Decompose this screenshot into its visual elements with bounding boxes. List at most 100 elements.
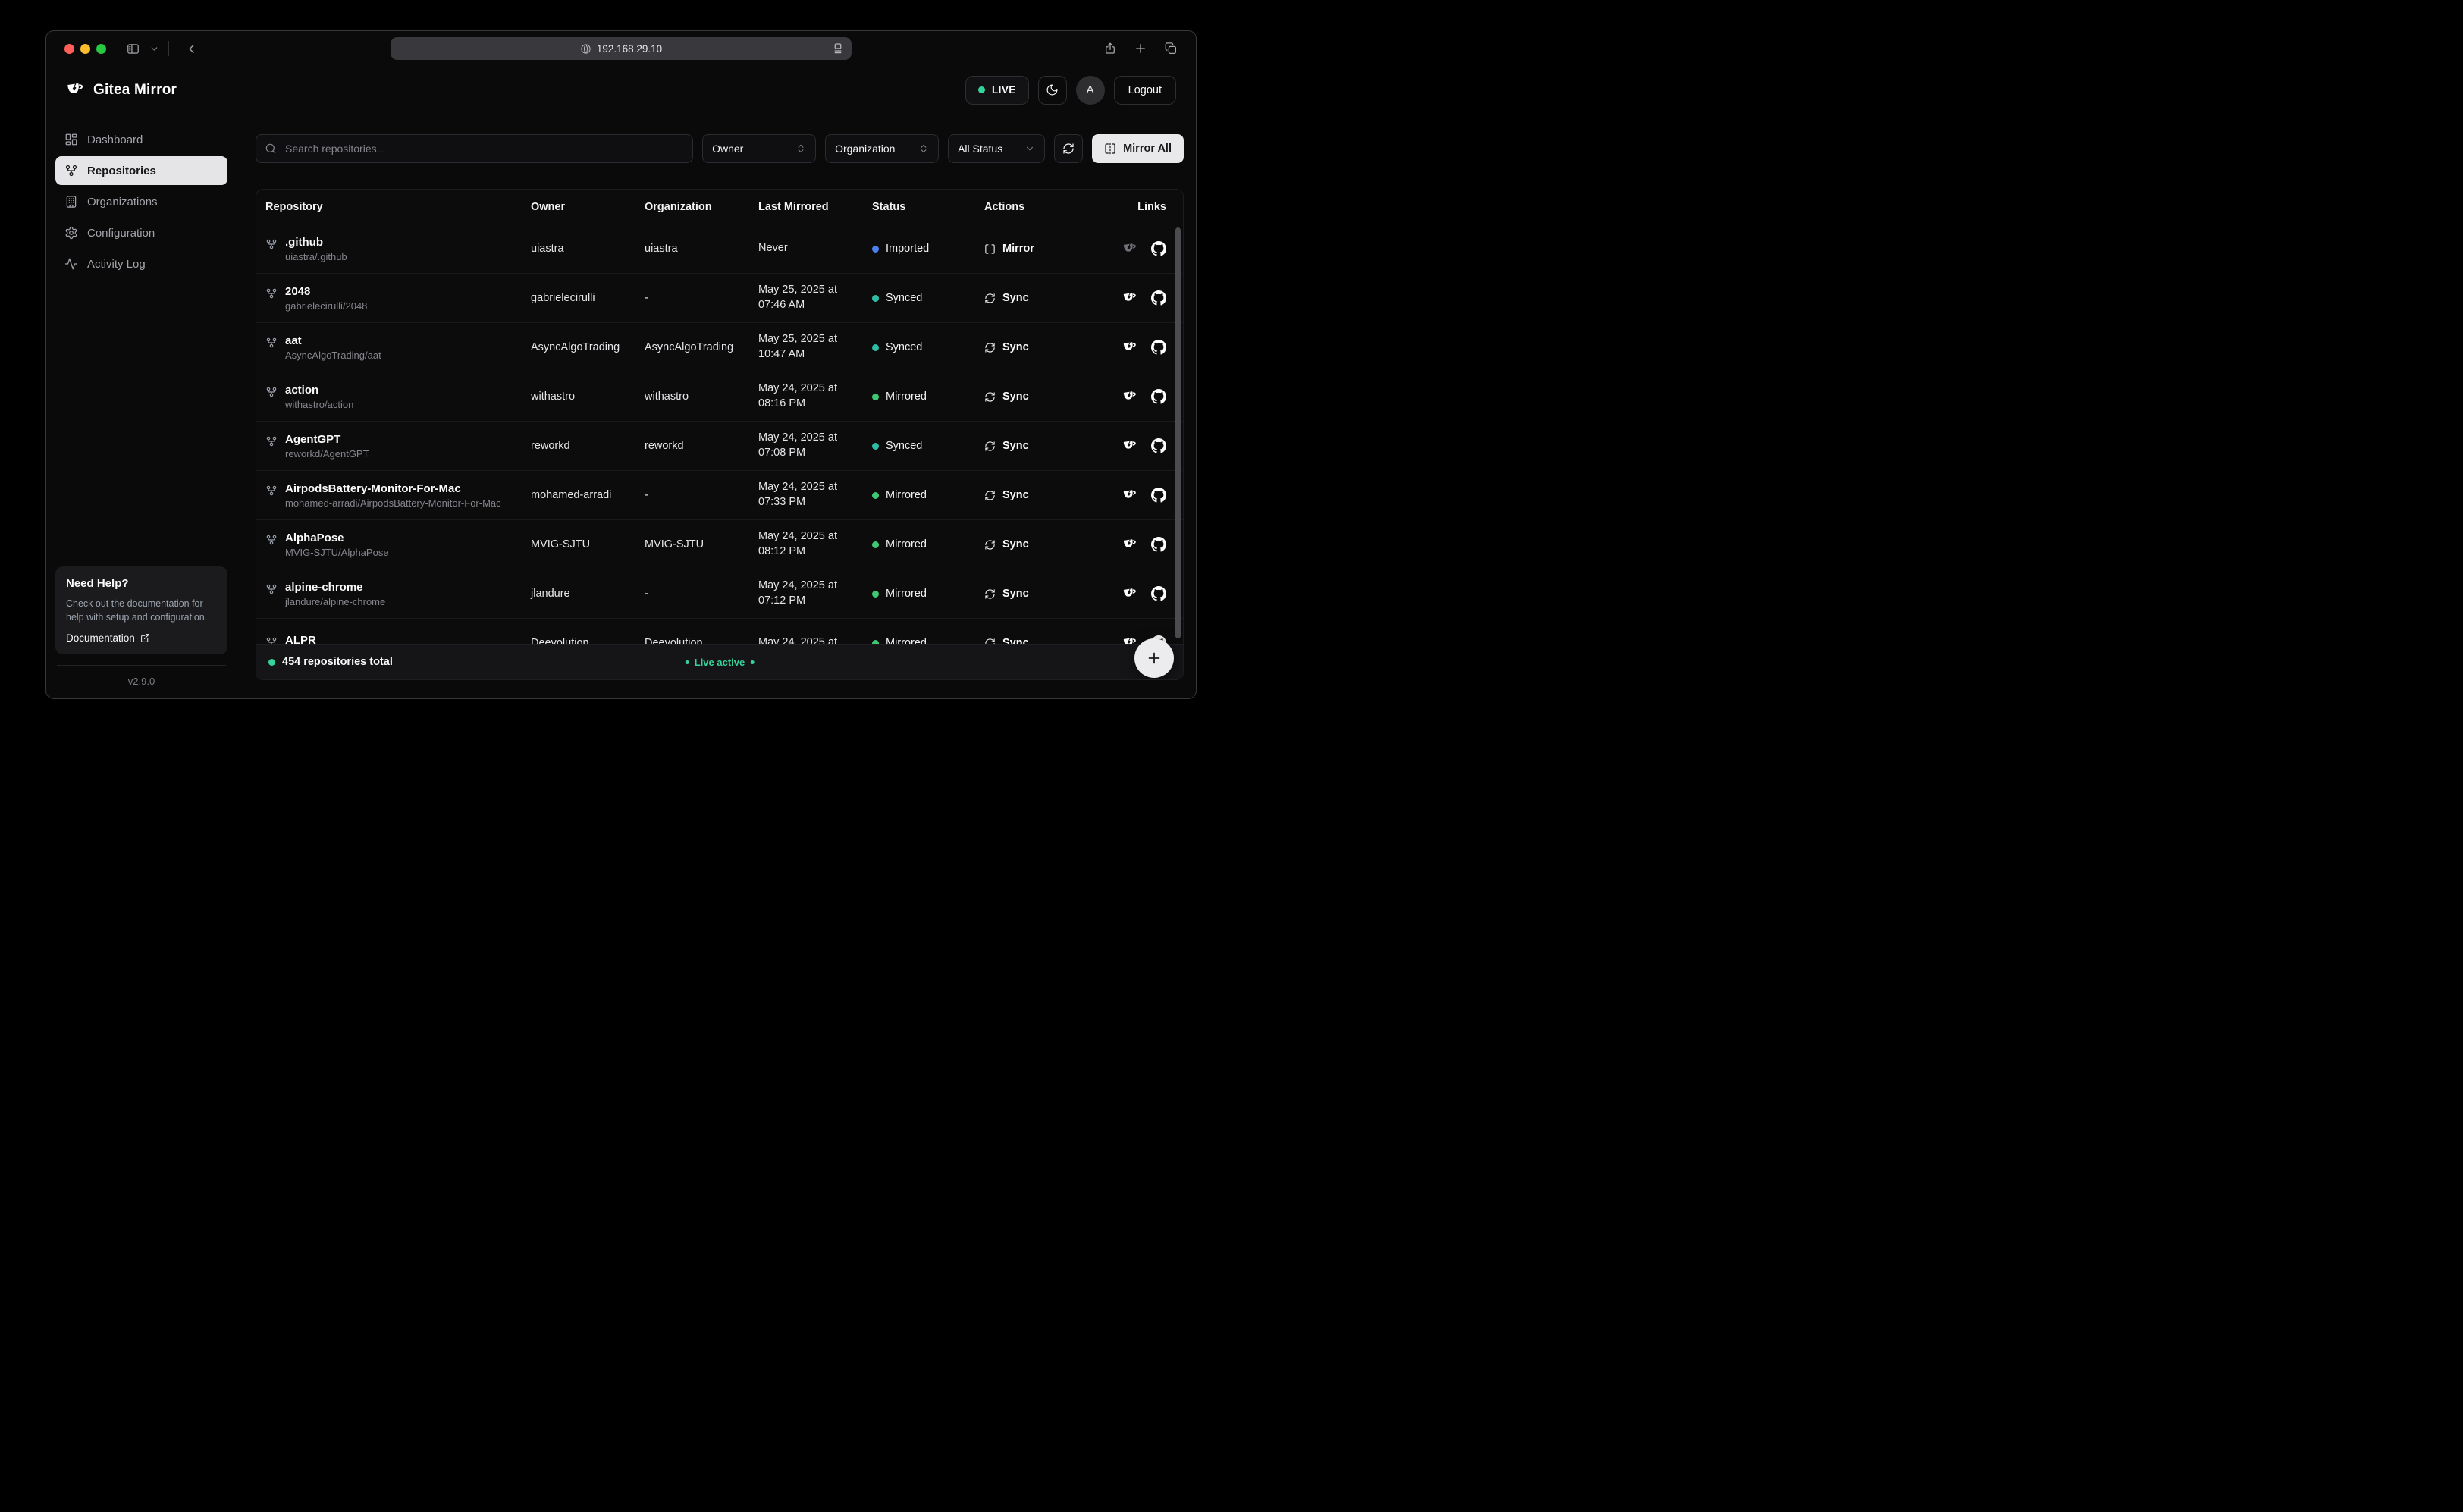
repository-cell: AlphaPoseMVIG-SJTU/AlphaPose: [256, 532, 522, 558]
sync-action-button[interactable]: Sync: [975, 440, 1090, 452]
back-button-icon[interactable]: [184, 42, 199, 56]
organization-filter-select[interactable]: Organization: [825, 134, 939, 163]
search-input[interactable]: [256, 134, 693, 163]
gitea-link-icon[interactable]: [1122, 438, 1138, 454]
status-badge: Mirrored: [863, 391, 975, 403]
sidebar-toggle-icon[interactable]: [126, 42, 140, 56]
documentation-link[interactable]: Documentation: [66, 632, 217, 644]
help-title: Need Help?: [66, 577, 217, 590]
refresh-icon: [984, 342, 996, 353]
user-avatar[interactable]: A: [1076, 76, 1105, 105]
gitea-link-icon[interactable]: [1122, 290, 1138, 306]
action-label: Sync: [1002, 588, 1029, 600]
status-filter-select[interactable]: All Status: [948, 134, 1045, 163]
minimize-window-button[interactable]: [80, 44, 90, 54]
help-body: Check out the documentation for help wit…: [66, 597, 217, 624]
share-icon[interactable]: [1103, 42, 1117, 55]
repo-name[interactable]: AirpodsBattery-Monitor-For-Mac: [285, 482, 501, 495]
gitea-link-icon[interactable]: [1122, 340, 1138, 356]
logout-button[interactable]: Logout: [1114, 76, 1176, 105]
sync-action-button[interactable]: Sync: [975, 292, 1090, 304]
column-header-actions: Actions: [975, 201, 1090, 213]
github-link-icon[interactable]: [1151, 241, 1166, 256]
gitea-link-icon[interactable]: [1122, 389, 1138, 405]
table-row: AirpodsBattery-Monitor-For-Macmohamed-ar…: [256, 471, 1183, 520]
close-window-button[interactable]: [64, 44, 74, 54]
window-controls: [64, 44, 106, 54]
owner-cell: MVIG-SJTU: [522, 538, 635, 551]
sidebar-item-label: Dashboard: [87, 133, 143, 146]
github-link-icon[interactable]: [1151, 340, 1166, 355]
github-link-icon[interactable]: [1151, 586, 1166, 601]
repo-name[interactable]: AlphaPose: [285, 532, 389, 544]
github-link-icon[interactable]: [1151, 290, 1166, 306]
gitea-link-icon[interactable]: [1122, 537, 1138, 553]
search-box: [256, 134, 693, 163]
repo-full-name: gabrielecirulli/2048: [285, 300, 367, 312]
git-fork-icon: [265, 337, 278, 349]
refresh-button[interactable]: [1054, 134, 1083, 163]
repo-name[interactable]: 2048: [285, 285, 367, 298]
building-icon: [64, 195, 78, 209]
github-link-icon[interactable]: [1151, 488, 1166, 503]
sidebar-item-organizations[interactable]: Organizations: [55, 187, 227, 216]
sidebar-item-label: Repositories: [87, 165, 156, 177]
new-tab-icon[interactable]: [1134, 42, 1147, 55]
git-fork-icon: [265, 238, 278, 250]
status-filter-label: All Status: [958, 143, 1002, 155]
owner-filter-select[interactable]: Owner: [702, 134, 816, 163]
chevrons-up-down-icon: [795, 143, 806, 154]
github-link-icon[interactable]: [1151, 438, 1166, 453]
chevron-down-icon: [1024, 143, 1035, 154]
repo-name[interactable]: action: [285, 384, 353, 397]
github-link-icon[interactable]: [1151, 537, 1166, 552]
theme-toggle-button[interactable]: [1038, 76, 1067, 105]
repo-name[interactable]: alpine-chrome: [285, 581, 385, 594]
gitea-link-icon[interactable]: [1122, 241, 1138, 257]
github-link-icon[interactable]: [1151, 389, 1166, 404]
chevrons-up-down-icon: [918, 143, 929, 154]
status-dot-icon: [872, 541, 879, 548]
address-bar[interactable]: 192.168.29.10: [391, 37, 852, 60]
sync-action-button[interactable]: Sync: [975, 341, 1090, 353]
column-header-owner: Owner: [522, 201, 635, 213]
sync-action-button[interactable]: Sync: [975, 538, 1090, 551]
add-repository-button[interactable]: [1134, 638, 1174, 678]
status-dot-icon: [872, 344, 879, 351]
sync-action-button[interactable]: Sync: [975, 391, 1090, 403]
gitea-link-icon[interactable]: [1122, 488, 1138, 503]
status-badge: Mirrored: [863, 588, 975, 600]
sidebar-item-activity-log[interactable]: Activity Log: [55, 249, 227, 278]
sidebar-item-dashboard[interactable]: Dashboard: [55, 125, 227, 154]
repo-name[interactable]: aat: [285, 334, 381, 347]
gitea-link-icon[interactable]: [1122, 586, 1138, 602]
sidebar-item-repositories[interactable]: Repositories: [55, 156, 227, 185]
filter-toolbar: Owner Organization All Status: [256, 134, 1184, 163]
sync-action-button[interactable]: Sync: [975, 489, 1090, 501]
url-text: 192.168.29.10: [597, 43, 662, 55]
table-scrollbar[interactable]: [1175, 227, 1181, 638]
links-cell: [1090, 389, 1183, 405]
repo-name[interactable]: AgentGPT: [285, 433, 369, 446]
mirror-action-button[interactable]: Mirror: [975, 243, 1090, 255]
repo-name[interactable]: .github: [285, 236, 347, 249]
organization-cell: -: [635, 292, 749, 304]
live-active-label: Live active: [695, 657, 745, 668]
sync-action-button[interactable]: Sync: [975, 588, 1090, 600]
status-label: Mirrored: [886, 538, 927, 551]
live-status-badge[interactable]: LIVE: [965, 76, 1029, 105]
tab-overview-icon[interactable]: [1164, 42, 1178, 55]
repositories-total-label: 454 repositories total: [282, 656, 393, 668]
status-dot-icon: [872, 246, 879, 253]
organization-cell: uiastra: [635, 243, 749, 255]
repo-full-name: uiastra/.github: [285, 251, 347, 262]
reader-mode-icon[interactable]: [831, 42, 845, 59]
repo-full-name: jlandure/alpine-chrome: [285, 596, 385, 607]
zoom-window-button[interactable]: [96, 44, 106, 54]
dashboard-icon: [64, 133, 78, 146]
status-label: Mirrored: [886, 588, 927, 600]
live-active-indicator: Live active: [686, 657, 755, 668]
chevron-down-icon[interactable]: [149, 44, 159, 54]
sidebar-item-configuration[interactable]: Configuration: [55, 218, 227, 247]
mirror-all-button[interactable]: Mirror All: [1092, 134, 1184, 163]
